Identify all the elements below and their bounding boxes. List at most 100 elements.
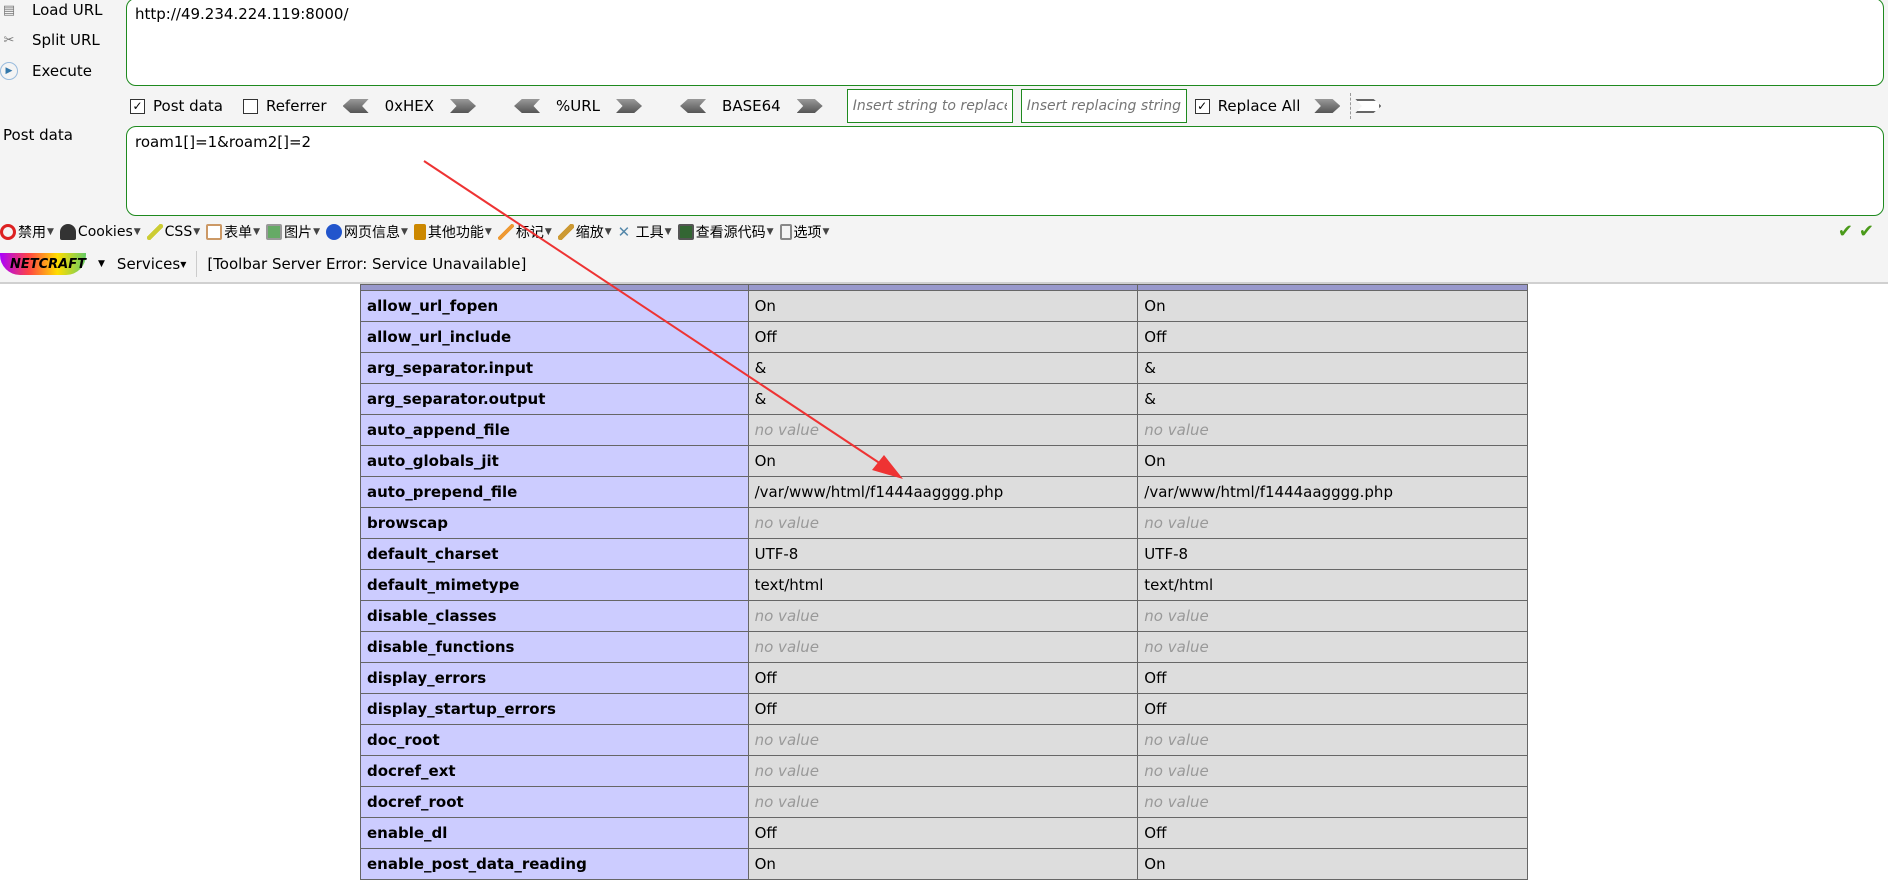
load-url-button[interactable]: ▤ Load URL: [0, 0, 120, 23]
toolbar-item[interactable]: 其他功能 ▼: [413, 222, 492, 242]
netcraft-logo[interactable]: NETCRAFT: [0, 253, 86, 275]
validation-check-icons: ✔✔: [1837, 221, 1880, 242]
terminal-icon: [677, 224, 694, 240]
directive-name: default_mimetype: [360, 569, 749, 601]
master-value: no value: [1137, 631, 1528, 663]
table-row: disable_classes no value no value: [360, 600, 1528, 632]
replace-arrow-icon[interactable]: [1314, 99, 1341, 113]
table-row: auto_globals_jit On On: [360, 445, 1528, 477]
base64-encode-arrow-icon[interactable]: [796, 99, 823, 113]
toolbar-item-label: 禁用: [18, 225, 46, 241]
local-value: On: [747, 445, 1139, 477]
table-row: browscap no value no value: [360, 507, 1528, 539]
image-icon: [266, 224, 283, 240]
master-value: Off: [1137, 662, 1528, 694]
table-row: arg_separator.input & &: [360, 352, 1528, 384]
dropdown-icon: ▼: [544, 227, 552, 237]
master-value: text/html: [1137, 569, 1528, 601]
directive-name: allow_url_include: [360, 321, 749, 353]
master-value: On: [1137, 290, 1528, 322]
toolbar-item[interactable]: 禁用 ▼: [0, 222, 54, 242]
referrer-checkbox[interactable]: [242, 98, 258, 114]
table-row: docref_root no value no value: [360, 786, 1528, 818]
tools-icon: ✕: [617, 223, 631, 241]
disable-icon: [0, 224, 16, 240]
master-value: On: [1137, 848, 1528, 880]
post-data-checkbox[interactable]: ✓: [130, 98, 145, 114]
directive-name: enable_dl: [360, 817, 749, 849]
url-input[interactable]: http://49.234.224.119:8000/: [126, 0, 1884, 86]
hex-label: 0xHEX: [384, 97, 435, 115]
referrer-label: Referrer: [265, 97, 327, 115]
table-row: arg_separator.output & &: [360, 383, 1528, 415]
split-url-button[interactable]: ✂ Split URL: [0, 27, 120, 53]
local-value: no value: [747, 507, 1139, 539]
dropdown-icon: ▼: [180, 259, 187, 269]
table-row: display_errors Off Off: [360, 662, 1528, 694]
table-row: auto_prepend_file/var/www/html/f1444aagg…: [360, 476, 1528, 508]
toolbar-item[interactable]: 图片 ▼: [266, 222, 320, 242]
hex-decode-arrow-icon[interactable]: [342, 99, 369, 113]
services-menu[interactable]: Services: [117, 255, 180, 273]
pencil-icon: [497, 224, 514, 240]
toolbar-item[interactable]: 表单 ▼: [206, 222, 260, 242]
toolbar-item[interactable]: 选项 ▼: [779, 222, 829, 242]
master-value: no value: [1137, 414, 1528, 446]
master-value: Off: [1137, 321, 1528, 353]
toolbar-item[interactable]: ✕ 工具 ▼: [618, 222, 672, 242]
toolbar-item[interactable]: Cookies ▼: [59, 224, 141, 240]
master-value: &: [1137, 383, 1528, 415]
url-encode-arrow-icon[interactable]: [616, 99, 643, 113]
directive-name: enable_post_data_reading: [360, 848, 749, 880]
directive-name: display_errors: [360, 662, 749, 694]
directive-name: auto_append_file: [360, 414, 749, 446]
directive-name: default_charset: [360, 538, 749, 570]
replace-to-input[interactable]: [1020, 89, 1187, 123]
toolbar-item-label: 网页信息: [343, 225, 400, 241]
dropdown-icon: ▼: [484, 227, 492, 237]
dropdown-icon: ▼: [664, 227, 672, 237]
local-value: Off: [747, 817, 1139, 849]
netcraft-toolbar: NETCRAFT ▼ Services ▼ [Toolbar Server Err…: [0, 250, 526, 278]
local-value: text/html: [747, 569, 1139, 601]
replace-all-checkbox[interactable]: ✓: [1194, 98, 1210, 114]
master-value: &: [1137, 352, 1528, 384]
base64-label: BASE64: [722, 97, 781, 115]
master-value: /var/www/html/f1444aagggg.php: [1137, 476, 1528, 508]
table-row: auto_append_file no value no value: [360, 414, 1528, 446]
directive-name: docref_root: [360, 786, 749, 818]
toolbar-item[interactable]: CSS ▼: [146, 224, 201, 240]
directive-name: browscap: [360, 507, 749, 539]
toolbar-item[interactable]: 缩放 ▼: [557, 222, 612, 242]
directive-name: docref_ext: [360, 755, 749, 787]
master-value: no value: [1137, 600, 1528, 632]
toolbar-item[interactable]: 标记 ▼: [497, 222, 552, 242]
directive-name: doc_root: [360, 724, 749, 756]
toolbar-item-label: 标记: [515, 225, 544, 241]
toolbar-item-label: 选项: [793, 225, 822, 241]
directive-name: disable_classes: [360, 600, 749, 632]
table-row: allow_url_include Off Off: [360, 321, 1528, 353]
hex-encode-arrow-icon[interactable]: [450, 99, 477, 113]
directive-name: disable_functions: [360, 631, 749, 663]
toolbar-item[interactable]: 查看源代码 ▼: [677, 222, 774, 242]
url-decode-arrow-icon[interactable]: [514, 99, 541, 113]
directive-name: auto_globals_jit: [360, 445, 749, 477]
table-row: default_mimetype text/html text/html: [360, 569, 1528, 601]
base64-decode-arrow-icon[interactable]: [680, 99, 707, 113]
post-data-input[interactable]: roam1[]=1&roam2[]=2: [126, 126, 1884, 216]
replace-next-arrow-icon[interactable]: [1355, 99, 1382, 113]
directive-name: allow_url_fopen: [360, 290, 749, 322]
replace-from-input[interactable]: [846, 89, 1013, 123]
dropdown-icon: ▼: [133, 227, 141, 237]
misc-icon: [413, 224, 426, 240]
execute-button[interactable]: ▶ Execute: [0, 58, 120, 84]
table-row: disable_functions no value no value: [360, 631, 1528, 663]
clipboard-icon: [206, 224, 223, 240]
toolbar-item-label: 表单: [224, 225, 253, 241]
dropdown-icon: ▼: [193, 227, 201, 237]
table-row: default_charset UTF-8 UTF-8: [360, 538, 1528, 570]
dropdown-icon[interactable]: ▼: [98, 259, 105, 269]
toolbar-item[interactable]: 网页信息 ▼: [325, 222, 408, 242]
info-icon: [325, 224, 342, 240]
